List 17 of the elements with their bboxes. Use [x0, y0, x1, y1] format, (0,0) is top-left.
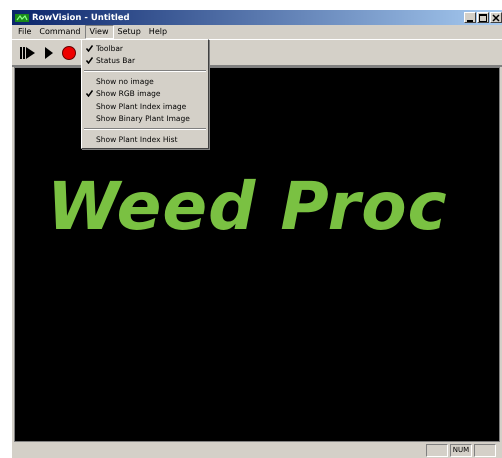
- status-pane: [474, 444, 496, 456]
- maximize-button[interactable]: [477, 12, 489, 23]
- maximize-icon: [479, 14, 487, 22]
- menu-item[interactable]: View: [84, 25, 114, 39]
- stop-icon[interactable]: [60, 46, 78, 60]
- menu-item[interactable]: Command: [35, 26, 85, 38]
- app-logo-icon: [15, 14, 29, 22]
- close-icon: [492, 14, 500, 22]
- window-title: RowVision - Untitled: [32, 12, 130, 22]
- status-pane: [426, 444, 448, 456]
- menu-item[interactable]: Help: [144, 26, 172, 38]
- close-button[interactable]: [490, 12, 502, 23]
- minimize-icon: [467, 20, 473, 22]
- menu-item[interactable]: File: [14, 26, 36, 38]
- menu-item[interactable]: Setup: [114, 26, 145, 38]
- image-text: Weed Proc: [47, 172, 448, 242]
- minimize-button[interactable]: [464, 12, 476, 23]
